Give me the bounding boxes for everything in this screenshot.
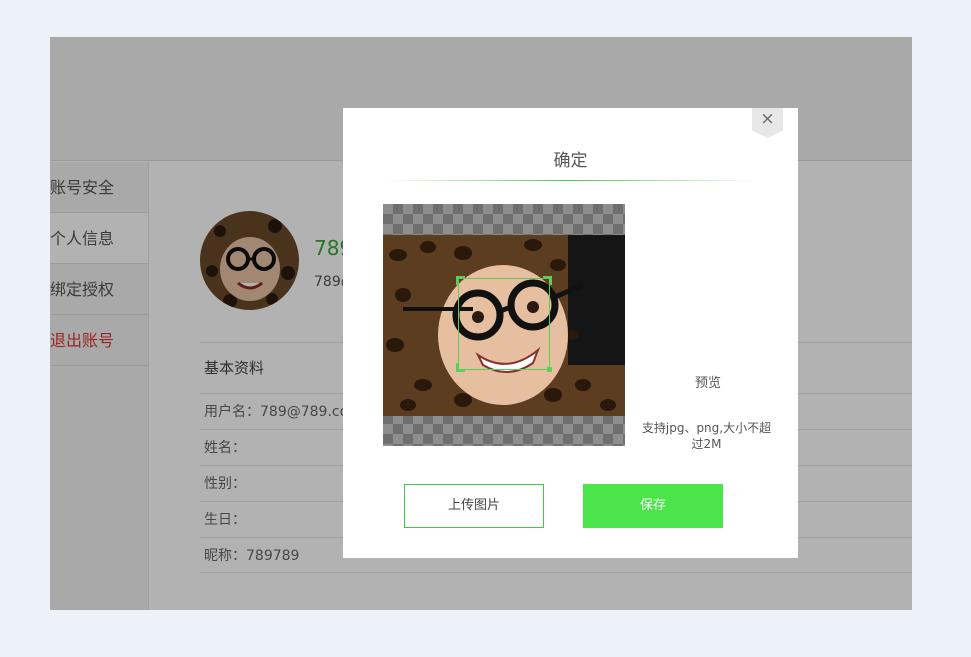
dialog-title: 确定: [553, 151, 588, 171]
crop-selection[interactable]: [456, 276, 552, 372]
crop-handle-icon[interactable]: [543, 276, 552, 285]
crop-handle-icon[interactable]: [547, 367, 552, 372]
avatar-crop-dialog: × 确定 预览 支持jpg、png,大小不超过2M 上传图片 保存: [343, 108, 798, 558]
title-divider: [383, 180, 758, 181]
crop-handle-icon[interactable]: [456, 363, 465, 372]
upload-image-button[interactable]: 上传图片: [404, 484, 544, 528]
preview-label: 预览: [694, 376, 721, 391]
close-icon: ×: [760, 109, 775, 129]
image-crop-area[interactable]: [383, 204, 625, 446]
crop-handle-icon[interactable]: [456, 276, 465, 285]
close-button[interactable]: ×: [752, 108, 783, 138]
upload-hint: 支持jpg、png,大小不超过2M: [641, 421, 772, 451]
save-button[interactable]: 保存: [583, 484, 723, 528]
